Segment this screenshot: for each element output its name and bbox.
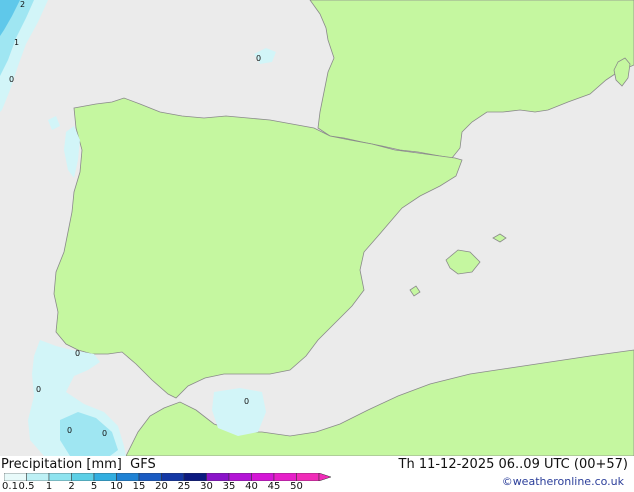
colorbar-segment	[183, 473, 207, 481]
colorbar-label: 40	[245, 481, 258, 492]
colorbar-label: 35	[222, 481, 236, 492]
precip-area-alboran	[212, 388, 266, 436]
colorbar-arrow	[318, 473, 332, 481]
map-value-label: 0	[67, 426, 72, 435]
colorbar-segment	[138, 473, 162, 481]
colorbar-label: 1	[45, 481, 53, 492]
colorbar-label: 30	[200, 481, 213, 492]
colorbar-segment	[116, 473, 140, 481]
precipitation-map: 2 1 0 0 0 0 0 0 0	[0, 0, 634, 456]
product-name: Precipitation [mm]	[1, 457, 122, 472]
map-value-label: 0	[75, 349, 80, 358]
colorbar-label: 45	[267, 481, 281, 492]
colorbar-segment	[26, 473, 50, 481]
colorbar-label: 2	[68, 481, 75, 492]
colorbar-label: 20	[155, 481, 168, 492]
colorbar-segment	[296, 473, 320, 481]
map-value-label: 0	[9, 75, 14, 84]
colorbar-segment	[161, 473, 185, 481]
colorbar	[4, 473, 332, 481]
colorbar-label: 0.1	[2, 481, 18, 492]
model-name: GFS	[130, 457, 156, 472]
map-value-label: 0	[36, 385, 41, 394]
colorbar-label: 15	[132, 481, 146, 492]
map-value-label: 1	[14, 38, 19, 47]
colorbar-label: 0.5	[18, 481, 35, 492]
colorbar-segment	[273, 473, 297, 481]
credit-link[interactable]: ©weatheronline.co.uk	[502, 475, 624, 488]
colorbar-segment	[71, 473, 95, 481]
map-value-label: 0	[256, 54, 261, 63]
colorbar-segment	[4, 473, 27, 481]
colorbar-segment	[93, 473, 117, 481]
colorbar-segment	[251, 473, 275, 481]
colorbar-label: 10	[110, 481, 123, 492]
colorbar-label: 5	[90, 481, 98, 492]
colorbar-label: 25	[177, 481, 191, 492]
map-value-label: 0	[244, 397, 249, 406]
legend-footer: Precipitation [mm] GFS Th 11-12-2025 06.…	[0, 456, 634, 492]
map-value-label: 2	[20, 0, 25, 9]
valid-time: Th 11-12-2025 06..09 UTC (00+57)	[398, 457, 629, 472]
colorbar-segment	[206, 473, 230, 481]
map-panel: 2 1 0 0 0 0 0 0 0	[0, 0, 634, 456]
product-title: Precipitation [mm] GFS	[1, 457, 156, 472]
colorbar-segment	[48, 473, 72, 481]
colorbar-label: 50	[290, 481, 303, 492]
colorbar-segment	[228, 473, 252, 481]
map-value-label: 0	[102, 429, 107, 438]
